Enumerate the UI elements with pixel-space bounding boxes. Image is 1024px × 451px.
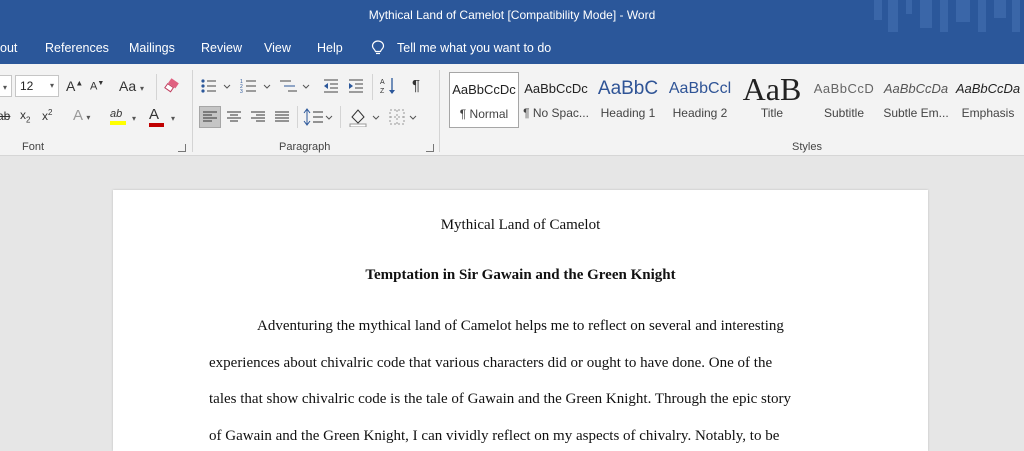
multilevel-list-icon[interactable] <box>279 77 313 95</box>
clear-formatting-icon[interactable] <box>163 78 181 94</box>
style-subtitle[interactable]: AaBbCcD Subtitle <box>809 72 879 128</box>
paragraph-line: of Gawain and the Green Knight, I can vi… <box>209 428 780 444</box>
increase-indent-icon[interactable] <box>347 77 365 95</box>
tell-me-search[interactable]: Tell me what you want to do <box>397 41 551 55</box>
font-size-value: 12 <box>20 79 34 93</box>
document-heading: Temptation in Sir Gawain and the Green K… <box>365 267 676 283</box>
font-color-button[interactable]: A <box>149 106 164 127</box>
superscript-button[interactable]: x2 <box>42 108 52 123</box>
paragraph-dialog-launcher-icon[interactable] <box>426 144 434 152</box>
paragraph-line: Adventuring the mythical land of Camelot… <box>257 318 784 334</box>
svg-text:Z: Z <box>380 88 385 95</box>
paragraph-line: experiences about chivalric code that va… <box>209 355 773 371</box>
style-heading-1[interactable]: AaBbC Heading 1 <box>593 72 663 128</box>
font-size-dropdown[interactable]: 12 ▾ <box>15 75 59 97</box>
show-formatting-icon[interactable]: ¶ <box>412 77 420 94</box>
highlight-color-button[interactable]: ab <box>110 106 126 125</box>
change-case-button[interactable]: Aa ▾ <box>119 78 144 94</box>
align-left-button[interactable] <box>199 106 221 128</box>
chevron-down-icon: ▾ <box>49 81 54 90</box>
style-no-spacing[interactable]: AaBbCcDc ¶ No Spac... <box>521 72 591 128</box>
document-title: Mythical Land of Camelot <box>440 217 601 233</box>
svg-text:3: 3 <box>240 89 243 95</box>
justify-icon[interactable] <box>272 107 292 127</box>
title-bar: Mythical Land of Camelot [Compatibility … <box>0 0 1024 32</box>
tab-view[interactable]: View <box>264 41 291 55</box>
line-spacing-icon[interactable] <box>303 107 335 127</box>
document-page[interactable]: Mythical Land of Camelot Temptation in S… <box>113 190 928 451</box>
style-emphasis[interactable]: AaBbCcDa Emphasis <box>953 72 1023 128</box>
chevron-down-icon[interactable]: ▾ <box>171 110 175 124</box>
strikethrough-icon[interactable]: ab <box>0 109 10 123</box>
styles-group-label: Styles <box>792 141 822 153</box>
tab-help[interactable]: Help <box>317 41 343 55</box>
chevron-down-icon[interactable]: ▾ <box>132 110 136 124</box>
align-right-icon[interactable] <box>248 107 268 127</box>
align-center-icon[interactable] <box>224 107 244 127</box>
title-bar-pattern <box>864 0 1024 32</box>
grow-font-icon[interactable]: A▲ <box>66 78 83 94</box>
font-dialog-launcher-icon[interactable] <box>178 144 186 152</box>
tab-mailings[interactable]: Mailings <box>129 41 175 55</box>
tab-references[interactable]: References <box>45 41 109 55</box>
text-effects-icon[interactable]: A ▾ <box>73 107 90 124</box>
ribbon-tabs: out References Mailings Review View Help… <box>0 32 1024 64</box>
tab-review[interactable]: Review <box>201 41 242 55</box>
numbering-icon[interactable]: 123 <box>240 77 274 95</box>
paragraph-group-label: Paragraph <box>279 141 331 153</box>
font-group-label: Font <box>22 141 45 153</box>
style-heading-2[interactable]: AaBbCcl Heading 2 <box>665 72 735 128</box>
style-title[interactable]: AaB Title <box>737 72 807 128</box>
align-left-icon <box>203 111 217 122</box>
subscript-button[interactable]: x2 <box>20 108 30 124</box>
ribbon: ▾ 12 ▾ A▲ A▼ Aa ▾ ab x2 x2 A ▾ ab ▾ A ▾ … <box>0 64 1024 156</box>
decrease-indent-icon[interactable] <box>322 77 340 95</box>
shrink-font-icon[interactable]: A▼ <box>90 80 104 93</box>
tab-layout[interactable]: out <box>0 41 17 55</box>
sort-icon[interactable]: AZ <box>380 76 396 96</box>
svg-text:A: A <box>380 79 385 86</box>
style-subtle-emphasis[interactable]: AaBbCcDa Subtle Em... <box>881 72 951 128</box>
borders-icon[interactable] <box>388 107 422 127</box>
shading-icon[interactable] <box>348 107 382 127</box>
paragraph-line: tales that show chivalric code is the ta… <box>209 391 792 407</box>
bullets-icon[interactable] <box>200 77 234 95</box>
style-normal[interactable]: AaBbCcDc ¶ Normal <box>449 72 519 128</box>
font-name-dropdown[interactable]: ▾ <box>0 75 12 97</box>
lightbulb-icon[interactable] <box>371 40 385 56</box>
